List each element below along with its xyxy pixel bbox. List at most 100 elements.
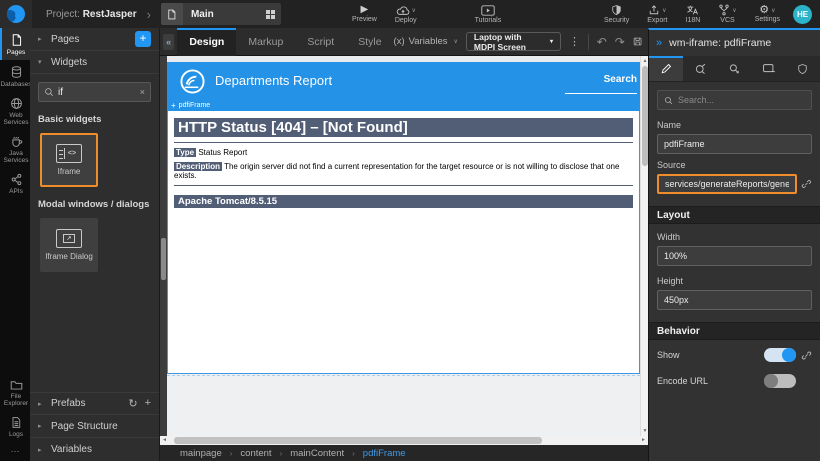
- add-prefab-icon[interactable]: +: [145, 397, 151, 410]
- expand-panel-button[interactable]: »: [656, 37, 662, 49]
- breadcrumb: mainpage › content › mainContent › pdfiF…: [160, 445, 648, 461]
- tab-inspect[interactable]: [717, 56, 751, 81]
- i18n-button[interactable]: I18N: [677, 0, 710, 28]
- page-tab-main[interactable]: Main: [161, 3, 281, 25]
- widget-search-input[interactable]: [58, 87, 136, 98]
- tab-markup[interactable]: Markup: [236, 28, 295, 56]
- scroll-up-icon[interactable]: ▲: [641, 58, 648, 64]
- show-toggle[interactable]: [764, 348, 796, 362]
- tutorials-button[interactable]: Tutorials: [466, 0, 511, 28]
- width-input[interactable]: [657, 246, 812, 266]
- export-icon: [648, 4, 660, 16]
- scroll-left-icon[interactable]: ◄: [162, 436, 167, 445]
- properties-search-input[interactable]: [678, 95, 805, 105]
- page-search-underline: [565, 93, 637, 94]
- rail-item-apis[interactable]: APIs: [0, 168, 30, 199]
- page-header[interactable]: Departments Report Search: [167, 62, 640, 100]
- breadcrumb-content[interactable]: content: [240, 448, 271, 459]
- hscroll-thumb[interactable]: [174, 437, 542, 444]
- width-field: Width: [649, 230, 820, 270]
- rail-item-java-services[interactable]: Java Services: [0, 130, 30, 168]
- behavior-section-header: Behavior: [649, 322, 820, 340]
- widgets-section-header[interactable]: ▾ Widgets: [30, 51, 159, 74]
- tab-properties[interactable]: [649, 56, 683, 81]
- wavemaker-logo[interactable]: [0, 0, 32, 28]
- pages-icon: [10, 33, 23, 47]
- tab-styles[interactable]: [683, 56, 717, 81]
- prefabs-section-header[interactable]: ▸ Prefabs ↻+: [30, 392, 159, 415]
- name-field: Name: [649, 118, 820, 158]
- rail-item-databases[interactable]: Databases: [0, 60, 30, 92]
- encode-url-property-row: Encode URL: [649, 366, 820, 392]
- height-input[interactable]: [657, 290, 812, 310]
- vscroll-thumb[interactable]: [642, 66, 648, 166]
- scroll-down-icon[interactable]: ▼: [641, 428, 648, 434]
- breadcrumb-mainpage[interactable]: mainpage: [180, 448, 222, 459]
- app-logo-icon: [179, 68, 206, 95]
- tab-design[interactable]: Design: [177, 28, 236, 56]
- security-button[interactable]: Security: [595, 0, 638, 28]
- rail-item-logs[interactable]: Logs: [0, 411, 30, 442]
- rail-item-pages[interactable]: Pages: [0, 28, 30, 60]
- tab-style[interactable]: Style: [346, 28, 393, 56]
- bind-link-icon[interactable]: [801, 350, 812, 361]
- more-options-icon[interactable]: ⋮: [569, 35, 580, 48]
- tab-script[interactable]: Script: [295, 28, 346, 56]
- clear-search-icon[interactable]: ×: [140, 87, 145, 97]
- widget-tile-iframe[interactable]: <> Iframe: [40, 133, 98, 187]
- iframe-widget-icon: <>: [56, 144, 82, 163]
- tomcat-error-page: HTTP Status [404] – [Not Found] Type Sta…: [168, 111, 639, 215]
- scroll-right-icon[interactable]: ►: [641, 436, 646, 445]
- page-structure-section-header[interactable]: ▸ Page Structure: [30, 415, 159, 438]
- canvas-horizontal-scrollbar[interactable]: ◄ ►: [160, 436, 648, 445]
- breadcrumb-maincontent[interactable]: mainContent: [290, 448, 344, 459]
- device-selector[interactable]: Laptop with MDPI Screen ▾: [466, 32, 561, 51]
- source-input[interactable]: [657, 174, 797, 194]
- show-property-row: Show: [649, 340, 820, 366]
- grid-layout-icon[interactable]: [266, 10, 275, 19]
- caret-right-icon: ▸: [38, 422, 45, 430]
- rail-item-file-explorer[interactable]: File Explorer: [0, 374, 30, 411]
- settings-button[interactable]: ⚙∨ Settings: [746, 0, 789, 28]
- preview-button[interactable]: ▶ Preview: [343, 0, 386, 28]
- name-input[interactable]: [657, 134, 812, 154]
- add-page-button[interactable]: +: [135, 31, 151, 47]
- export-button[interactable]: ∨ Export: [638, 0, 676, 28]
- page-search-link[interactable]: Search: [604, 74, 637, 85]
- refresh-icon[interactable]: ↻: [128, 397, 137, 410]
- properties-tabs: [649, 56, 820, 82]
- undo-button[interactable]: ↶: [597, 35, 607, 49]
- canvas-ruler[interactable]: [160, 56, 167, 436]
- variables-dropdown[interactable]: (x) Variables ∨: [394, 36, 458, 47]
- variables-section-header[interactable]: ▸ Variables: [30, 438, 159, 461]
- vcs-button[interactable]: ∨ VCS: [709, 0, 745, 28]
- tab-devices[interactable]: [752, 56, 786, 81]
- pages-section-header[interactable]: ▸ Pages +: [30, 28, 159, 51]
- bind-link-icon[interactable]: [801, 178, 812, 190]
- widget-search: ×: [38, 82, 151, 102]
- selected-widget-chip[interactable]: + pdfiFrame: [167, 100, 640, 111]
- tomcat-version: Apache Tomcat/8.5.15: [174, 195, 633, 208]
- rail-more-button[interactable]: ⋯: [0, 442, 30, 461]
- save-button[interactable]: [633, 35, 642, 48]
- error-type-line: Type Status Report: [174, 148, 633, 157]
- tab-security[interactable]: [786, 56, 820, 81]
- deploy-button[interactable]: ∨ Deploy: [386, 0, 426, 28]
- breadcrumb-pdfiframe[interactable]: pdfiFrame: [363, 448, 406, 459]
- collapse-palette-button[interactable]: «: [163, 34, 174, 50]
- encode-url-toggle[interactable]: [764, 374, 796, 388]
- preview-page[interactable]: Departments Report Search + pdfiFrame HT…: [167, 62, 640, 436]
- widget-tile-iframe-dialog[interactable]: ↗ Iframe Dialog: [40, 218, 98, 272]
- iframe-widget[interactable]: HTTP Status [404] – [Not Found] Type Sta…: [167, 111, 640, 374]
- redo-button[interactable]: ↷: [615, 35, 625, 49]
- gear-icon: ⚙: [759, 5, 769, 15]
- search-icon: [44, 87, 54, 97]
- design-toolbar: « Design Markup Script Style (x) Variabl…: [160, 28, 648, 56]
- rail-item-web-services[interactable]: Web Services: [0, 92, 30, 130]
- user-avatar[interactable]: HE: [793, 5, 812, 24]
- design-canvas[interactable]: Departments Report Search + pdfiFrame HT…: [160, 56, 648, 436]
- chevron-right-icon: ›: [230, 449, 233, 458]
- chevron-down-icon: ∨: [454, 38, 458, 45]
- canvas-vertical-scrollbar[interactable]: ▲ ▼: [640, 56, 648, 436]
- ruler-scrollbar-thumb[interactable]: [161, 238, 166, 280]
